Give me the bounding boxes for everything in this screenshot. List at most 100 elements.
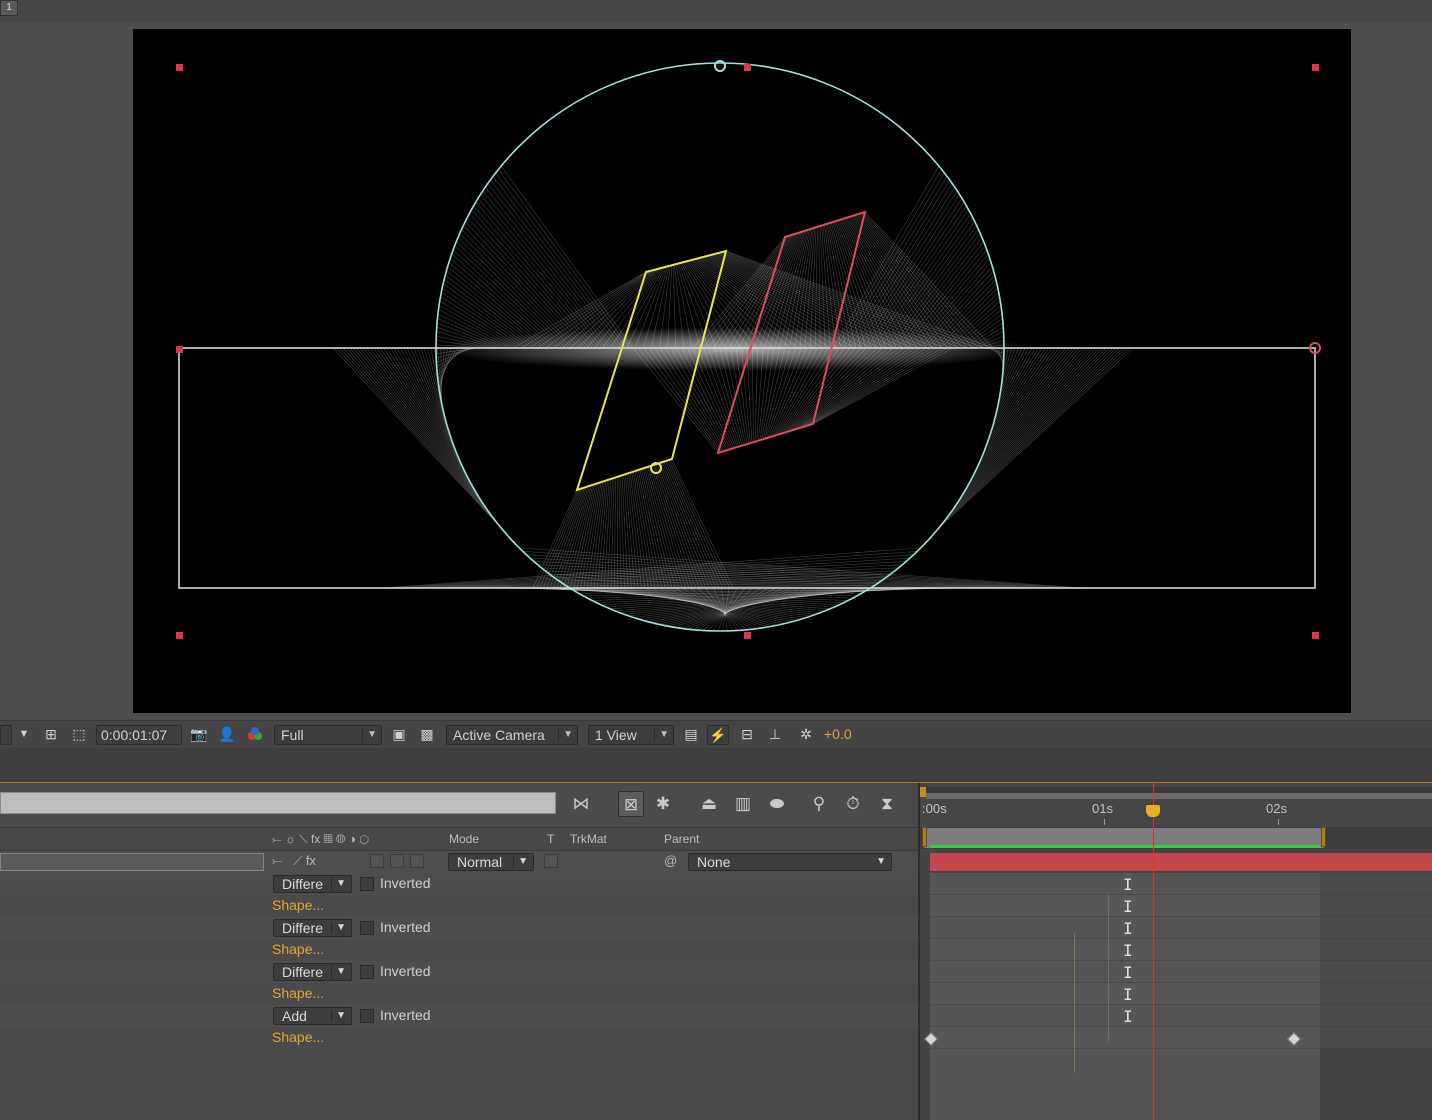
camera-dropdown[interactable]: Active Camera ▼ (446, 725, 578, 745)
string-line (941, 347, 1130, 525)
switch-box[interactable] (410, 854, 424, 868)
layer-name-field[interactable] (0, 853, 264, 871)
mask-row-2[interactable]: Differe ▼ Inverted (0, 917, 918, 939)
dropdown-separator (362, 728, 363, 742)
time-navigator[interactable] (920, 787, 1432, 799)
playhead-line[interactable] (1153, 783, 1154, 1120)
motion-blur-icon[interactable]: ▥ (730, 791, 756, 817)
shy-layers-icon[interactable]: ✱ (650, 791, 676, 817)
current-time-display[interactable]: 0:00:01:07 (96, 725, 182, 745)
parent-column-header[interactable]: Parent (664, 832, 699, 846)
exposure-value[interactable]: +0.0 (824, 725, 868, 745)
time-navigator-range[interactable] (926, 793, 1432, 799)
mask-track-3[interactable]: I (930, 917, 1320, 939)
mask-track-8[interactable] (930, 1027, 1320, 1049)
transparency-grid-icon[interactable]: ⬚ (68, 725, 90, 745)
mask-shape-link[interactable]: Shape... (272, 1029, 324, 1045)
inverted-checkbox[interactable] (360, 965, 374, 979)
switch-box[interactable] (390, 854, 404, 868)
keyframe-ibeam-icon[interactable]: I (1123, 985, 1133, 1004)
channels-rgb-icon[interactable] (244, 725, 266, 745)
switch-box[interactable] (370, 854, 384, 868)
parent-dropdown[interactable]: None ▼ (688, 853, 892, 871)
trkmat-box[interactable] (544, 854, 558, 868)
snapshot-camera-icon[interactable]: 📷 (188, 725, 210, 745)
work-area-end-bracket[interactable] (1321, 827, 1326, 847)
work-area-bar[interactable] (920, 827, 1432, 849)
track-outside-area (1320, 1005, 1432, 1027)
stopwatch-icon[interactable]: ⏱ (840, 791, 866, 817)
string-line (498, 169, 630, 349)
timeline-time-graph[interactable]: :00s 01s 02s I I I I I I I (920, 783, 1432, 1120)
toggle-pixel-aspect-icon[interactable]: ▤ (680, 725, 702, 745)
rectangle-mask-path[interactable] (178, 347, 1316, 589)
magnification-button[interactable] (0, 725, 12, 745)
exposure-reset-icon[interactable]: ✲ (795, 725, 817, 745)
layer-row[interactable]: ⤚ ⟋ fx Normal ▼ @ None ▼ (0, 851, 918, 873)
auto-keyframe-icon[interactable]: ⚲ (806, 791, 832, 817)
panel-tab-number[interactable]: 1 (0, 0, 18, 16)
mode-column-header[interactable]: Mode (449, 832, 479, 846)
mask-mode-dropdown[interactable]: Differe ▼ (273, 919, 352, 937)
checkerboard-icon[interactable]: ▩ (416, 725, 438, 745)
mask-track-2[interactable]: I (930, 895, 1320, 917)
inverted-checkbox[interactable] (360, 877, 374, 891)
layer-mode-dropdown[interactable]: Normal ▼ (448, 853, 534, 871)
fast-preview-icon[interactable]: ▣ (388, 725, 410, 745)
brainstorm-icon[interactable]: ⬬ (764, 791, 790, 817)
keyframe-ibeam-icon[interactable]: I (1123, 897, 1133, 916)
keyframe-ibeam-icon[interactable]: I (1123, 941, 1133, 960)
mask-row-1[interactable]: Differe ▼ Inverted (0, 873, 918, 895)
inverted-checkbox[interactable] (360, 1009, 374, 1023)
mask-mode-dropdown[interactable]: Add ▼ (273, 1007, 352, 1025)
mask-track-5[interactable]: I (930, 961, 1320, 983)
string-line (944, 347, 1127, 522)
mask-shape-link[interactable]: Shape... (272, 941, 324, 957)
pick-whip-icon[interactable]: @ (664, 853, 677, 868)
mask-shape-row-3: Shape... (0, 983, 918, 1005)
camera-value: Active Camera (453, 727, 545, 743)
layer-switches[interactable]: ⤚ ⟋ fx (272, 853, 316, 869)
mask-row-4[interactable]: Add ▼ Inverted (0, 1005, 918, 1027)
string-line (852, 186, 956, 349)
draft-3d-icon[interactable]: ⊠ (618, 791, 644, 817)
flowchart-icon[interactable]: ⊥ (764, 725, 786, 745)
mask-shape-link[interactable]: Shape... (272, 985, 324, 1001)
playhead-handle[interactable] (1146, 805, 1160, 817)
mask-row-3[interactable]: Differe ▼ Inverted (0, 961, 918, 983)
composition-mini-flowchart-icon[interactable]: ⋈ (568, 791, 594, 817)
composition-canvas[interactable] (133, 29, 1351, 713)
keyframe-ibeam-icon[interactable]: I (1123, 963, 1133, 982)
keyframe-ibeam-icon[interactable]: I (1123, 875, 1133, 894)
show-snapshot-icon[interactable]: 👤 (216, 725, 238, 745)
layer-search-input[interactable] (0, 792, 556, 814)
layer-duration-bar[interactable] (930, 853, 1432, 871)
view-layout-dropdown[interactable]: 1 View ▼ (588, 725, 674, 745)
chevron-down-icon: ▼ (659, 729, 669, 740)
frame-blending-icon[interactable]: ⏏ (696, 791, 722, 817)
fast-previews-icon[interactable]: ⚡ (707, 725, 729, 745)
region-of-interest-icon[interactable]: ⊞ (40, 725, 62, 745)
magnification-dropdown-arrow[interactable]: ▼ (16, 725, 32, 745)
inverted-checkbox[interactable] (360, 921, 374, 935)
mask-track-1[interactable]: I (930, 873, 1320, 895)
keyframe-ibeam-icon[interactable]: I (1123, 919, 1133, 938)
chevron-down-icon: ▼ (336, 878, 346, 889)
mask-shape-row-1: Shape... (0, 895, 918, 917)
time-navigator-start-handle[interactable] (920, 787, 926, 797)
mask-mode-dropdown[interactable]: Differe ▼ (273, 875, 352, 893)
time-ruler[interactable]: :00s 01s 02s (920, 783, 1432, 827)
mask-track-6[interactable]: I (930, 983, 1320, 1005)
mask-track-4[interactable]: I (930, 939, 1320, 961)
string-line (376, 347, 470, 481)
mask-track-7[interactable]: I (930, 1005, 1320, 1027)
timeline-icon[interactable]: ⊟ (736, 725, 758, 745)
graph-editor-icon[interactable]: ⧗ (874, 791, 900, 817)
resolution-dropdown[interactable]: Full ▼ (274, 725, 382, 745)
t-column-header[interactable]: T (547, 832, 554, 846)
mask-mode-dropdown[interactable]: Differe ▼ (273, 963, 352, 981)
keyframe-ibeam-icon[interactable]: I (1123, 1007, 1133, 1026)
mask-shape-link[interactable]: Shape... (272, 897, 324, 913)
trkmat-column-header[interactable]: TrkMat (570, 832, 607, 846)
work-area-start-bracket[interactable] (922, 827, 927, 847)
